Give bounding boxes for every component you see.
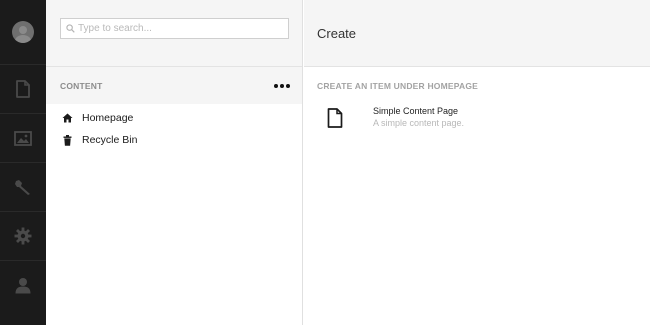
user-icon bbox=[15, 277, 31, 293]
create-panel-header: Create bbox=[304, 0, 650, 67]
more-options-button[interactable] bbox=[274, 80, 290, 92]
rail-item-users[interactable] bbox=[0, 260, 46, 309]
rail-item-media[interactable] bbox=[0, 113, 46, 162]
avatar-container bbox=[0, 0, 46, 64]
tree-item-label: Recycle Bin bbox=[82, 134, 138, 146]
image-icon bbox=[14, 130, 32, 146]
doctype-simple-content-page[interactable]: Simple Content Page A simple content pag… bbox=[304, 91, 650, 129]
section-rail bbox=[0, 0, 46, 325]
content-tree-panel: CONTENT Homepage Recycle Bi bbox=[46, 0, 303, 325]
rail-item-content[interactable] bbox=[0, 64, 46, 113]
wrench-icon bbox=[15, 180, 30, 195]
trash-icon bbox=[61, 134, 73, 146]
document-icon bbox=[16, 80, 30, 98]
rail-item-settings[interactable] bbox=[0, 211, 46, 260]
create-panel: Create CREATE AN ITEM UNDER HOMEPAGE Sim… bbox=[304, 0, 650, 325]
dot-icon bbox=[286, 83, 290, 88]
search-box bbox=[60, 18, 289, 39]
section-title: CONTENT bbox=[60, 80, 103, 91]
search-icon bbox=[66, 24, 75, 33]
tree-item-label: Homepage bbox=[82, 112, 134, 124]
search-input[interactable] bbox=[78, 19, 283, 38]
doctype-description: A simple content page. bbox=[373, 118, 465, 128]
tree-list: Homepage Recycle Bin bbox=[46, 104, 302, 151]
gear-icon bbox=[14, 227, 32, 245]
home-icon bbox=[61, 112, 73, 124]
rail-item-developer[interactable] bbox=[0, 162, 46, 211]
dot-icon bbox=[280, 83, 284, 88]
doctype-name: Simple Content Page bbox=[373, 106, 459, 116]
tree-item-homepage[interactable]: Homepage bbox=[46, 107, 302, 129]
dot-icon bbox=[274, 83, 278, 88]
user-avatar-icon bbox=[15, 26, 31, 43]
tree-item-recycle-bin[interactable]: Recycle Bin bbox=[46, 129, 302, 151]
tree-section-bar: CONTENT bbox=[46, 67, 302, 104]
document-icon bbox=[327, 108, 343, 128]
create-subheading: CREATE AN ITEM UNDER HOMEPAGE bbox=[317, 81, 479, 91]
doctype-text: Simple Content Page A simple content pag… bbox=[373, 105, 464, 129]
tree-header bbox=[46, 0, 302, 67]
page-title: Create bbox=[317, 25, 357, 41]
avatar[interactable] bbox=[12, 21, 34, 43]
